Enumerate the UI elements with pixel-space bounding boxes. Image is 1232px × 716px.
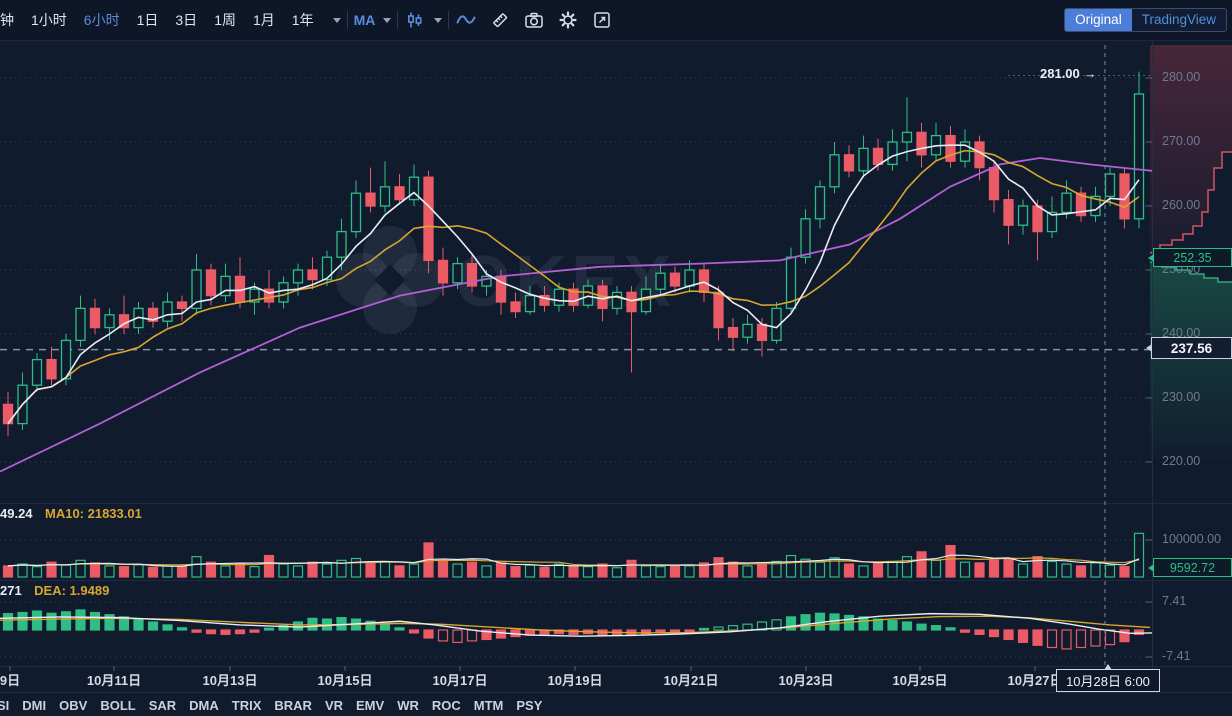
date-label: 10月27日 <box>1008 670 1063 689</box>
volume-tick-label: 100000.00 <box>1162 532 1221 546</box>
timeframe-1小时[interactable]: 1小时 <box>31 10 67 30</box>
chevron-down-icon <box>383 18 391 23</box>
price-alert-label: 281.00 → <box>1040 66 1096 81</box>
timeframe-more-icon[interactable] <box>333 18 341 23</box>
indicator-tab-wr[interactable]: WR <box>397 698 419 713</box>
divider <box>397 11 398 29</box>
price-tick-label: 270.00 <box>1162 134 1200 148</box>
candlestick-icon <box>404 9 426 31</box>
indicator-tab-dmi[interactable]: DMI <box>22 698 46 713</box>
timeframe-1周[interactable]: 1周 <box>214 10 236 30</box>
indicator-tab-roc[interactable]: ROC <box>432 698 461 713</box>
volume-ma10-value: MA10: 21833.01 <box>45 506 142 521</box>
indicator-tab-sar[interactable]: SAR <box>149 698 176 713</box>
mode-tradingview-button[interactable]: TradingView <box>1132 9 1226 31</box>
timeframe-钟[interactable]: 钟 <box>0 10 14 30</box>
ma-dropdown[interactable]: MA <box>354 12 392 28</box>
price-tick-label: 220.00 <box>1162 454 1200 468</box>
date-label: 10月17日 <box>433 670 488 689</box>
crosshair-price-tag: 237.56 <box>1151 337 1232 359</box>
date-label: 10月15日 <box>318 670 373 689</box>
timeframe-1年[interactable]: 1年 <box>292 10 314 30</box>
date-label: 10月13日 <box>203 670 258 689</box>
current-volume-tag: 9592.72 <box>1153 558 1232 577</box>
mode-original-button[interactable]: Original <box>1065 9 1132 31</box>
indicator-tab-brar[interactable]: BRAR <box>274 698 312 713</box>
timeframe-3日[interactable]: 3日 <box>175 10 197 30</box>
indicator-tab-vr[interactable]: VR <box>325 698 343 713</box>
indicator-tab-si[interactable]: SI <box>0 698 9 713</box>
date-label: 10月21日 <box>664 670 719 689</box>
ma-dropdown-label: MA <box>354 12 376 28</box>
drawing-tools-icon[interactable] <box>489 9 511 31</box>
volume-bars <box>4 533 1144 577</box>
price-tick-label: 280.00 <box>1162 70 1200 84</box>
chevron-down-icon <box>434 18 442 23</box>
date-label: 10月19日 <box>548 670 603 689</box>
indicator-tab-emv[interactable]: EMV <box>356 698 384 713</box>
trading-chart-app: 钟 1小时 6小时 1日 3日 1周 1月 1年 MA <box>0 0 1232 716</box>
date-label: 10月25日 <box>893 670 948 689</box>
timeframe-bar: 钟 1小时 6小时 1日 3日 1周 1月 1年 <box>0 10 341 30</box>
camera-icon[interactable] <box>523 9 545 31</box>
gear-icon[interactable] <box>557 9 579 31</box>
chart-style-dropdown[interactable] <box>404 9 442 31</box>
timeframe-1日[interactable]: 1日 <box>137 10 159 30</box>
current-price-tag: 252.35 <box>1153 248 1232 267</box>
indicator-tab-psy[interactable]: PSY <box>516 698 542 713</box>
macd-pane-legend: 271 DEA: 1.9489 <box>0 582 109 600</box>
chart-mode-toggle: Original TradingView <box>1064 8 1227 32</box>
macd-value: 271 <box>0 583 22 598</box>
indicator-tab-boll[interactable]: BOLL <box>100 698 135 713</box>
line-chart-icon[interactable] <box>455 9 477 31</box>
divider <box>347 11 348 29</box>
date-label: 10月23日 <box>779 670 834 689</box>
macd-tick-top-label: 7.41 <box>1162 594 1186 608</box>
frame <box>0 40 1232 693</box>
timeframe-1月[interactable]: 1月 <box>253 10 275 30</box>
timeframe-6小时[interactable]: 6小时 <box>84 10 120 30</box>
indicator-tab-obv[interactable]: OBV <box>59 698 87 713</box>
fullscreen-icon[interactable] <box>591 9 613 31</box>
chart-canvas[interactable]: OKEX <box>0 0 1232 716</box>
date-label: 9日 <box>0 670 20 689</box>
price-tick-label: 260.00 <box>1162 198 1200 212</box>
macd-dea-value: DEA: 1.9489 <box>34 583 109 598</box>
macd-tick-bottom-label: -7.41 <box>1162 649 1191 663</box>
volume-value: 49.24 <box>0 506 33 521</box>
indicator-tab-mtm[interactable]: MTM <box>474 698 504 713</box>
price-tick-label: 230.00 <box>1162 390 1200 404</box>
indicator-tabs: SI DMI OBV BOLL SAR DMA TRIX BRAR VR EMV WR ROC MTM P… <box>0 695 542 716</box>
indicator-tab-trix[interactable]: TRIX <box>232 698 262 713</box>
crosshair-time-label: 10月28日 6:00 <box>1056 669 1160 692</box>
date-label: 10月11日 <box>87 670 141 689</box>
volume-pane-legend: 49.24 MA10: 21833.01 <box>0 505 142 523</box>
indicator-tab-dma[interactable]: DMA <box>189 698 219 713</box>
toolbar: 钟 1小时 6小时 1日 3日 1周 1月 1年 MA <box>0 0 1232 41</box>
divider <box>448 11 449 29</box>
